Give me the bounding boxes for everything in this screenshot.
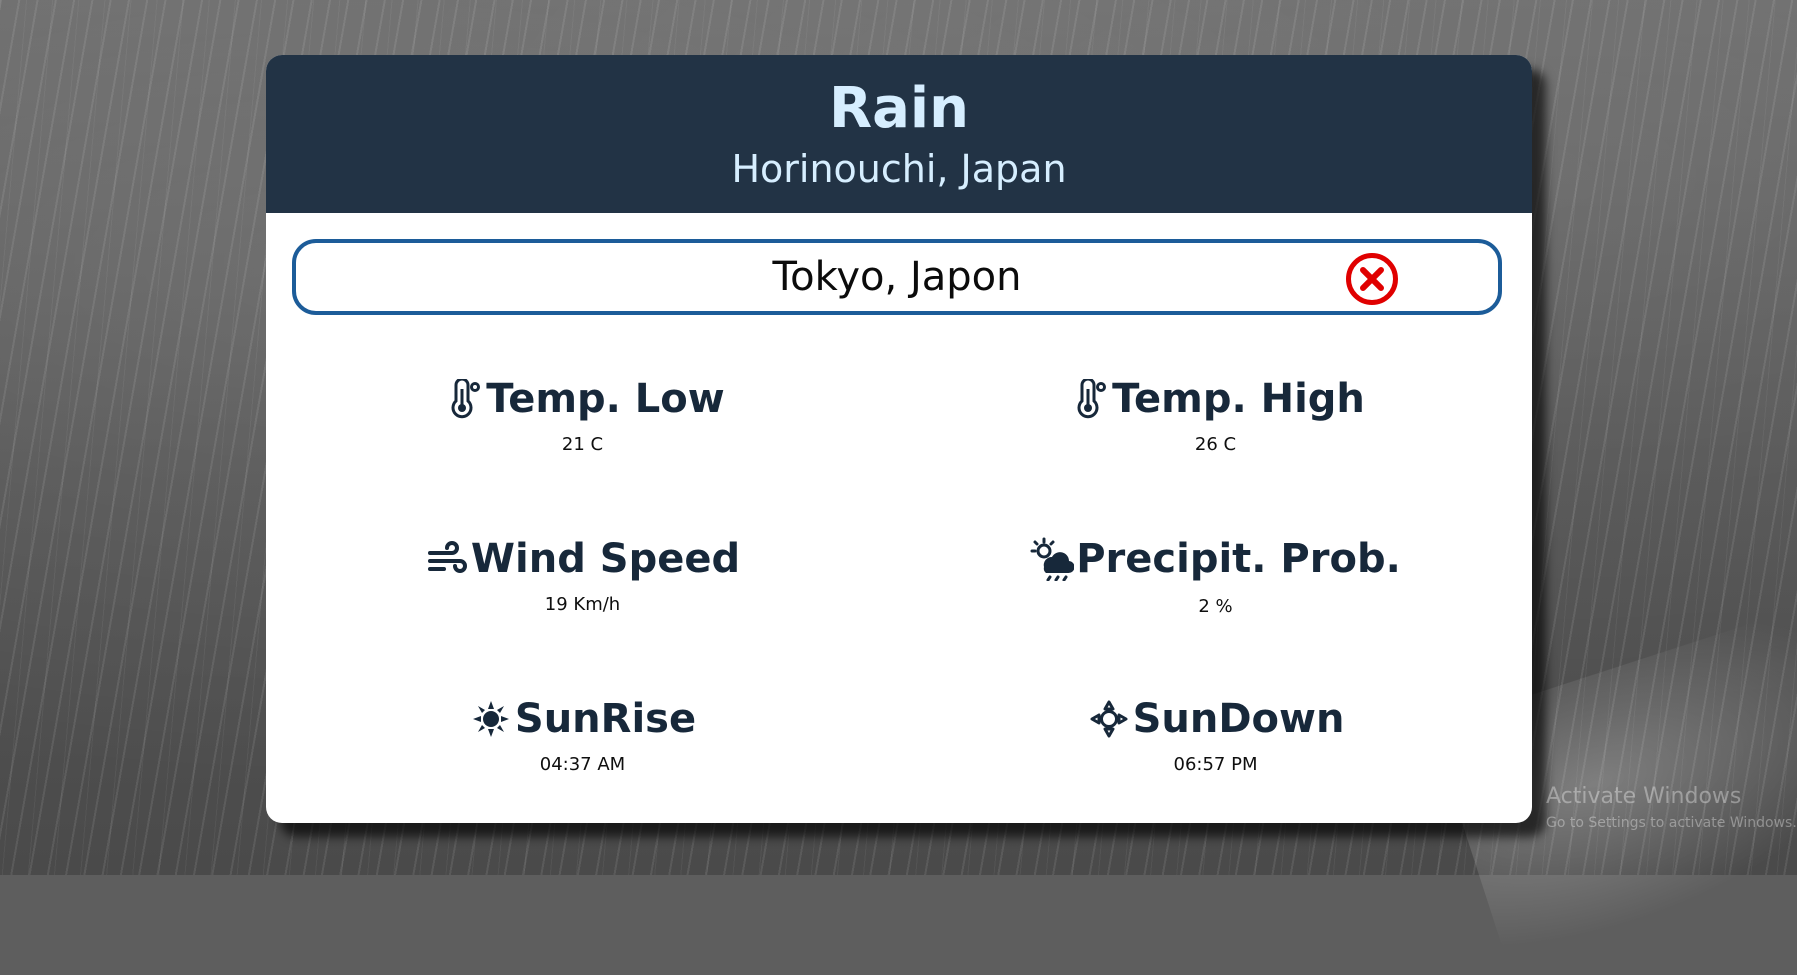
stat-sundown: SunDown 06:57 PM	[899, 697, 1532, 775]
weather-header: Rain Horinouchi, Japan	[266, 55, 1532, 213]
stat-precip-prob-label: Precipit. Prob.	[1030, 537, 1401, 581]
sun-outline-icon	[1087, 697, 1131, 741]
stat-temp-low-label: Temp. Low	[440, 376, 725, 422]
windows-activation-watermark: Activate Windows Go to Settings to activ…	[1546, 784, 1797, 831]
stat-wind-speed: Wind Speed 19 Km/h	[266, 537, 899, 615]
wind-icon	[425, 537, 469, 581]
stat-temp-high-label: Temp. High	[1066, 377, 1365, 421]
close-icon	[1360, 267, 1384, 291]
watermark-line-2: Go to Settings to activate Windows.	[1546, 815, 1797, 831]
stat-precip-prob-text: Precipit. Prob.	[1076, 536, 1401, 582]
stat-sundown-label: SunDown	[1087, 696, 1345, 742]
stat-sundown-text: SunDown	[1132, 696, 1345, 742]
location-subtitle: Horinouchi, Japan	[731, 147, 1067, 191]
stat-wind-speed-value: 19 Km/h	[544, 594, 621, 615]
weather-condition-title: Rain	[829, 76, 969, 141]
location-search-input[interactable]: Tokyo, Japon	[292, 239, 1502, 315]
stat-wind-speed-text: Wind Speed	[470, 536, 741, 582]
stat-precip-prob: Precipit. Prob. 2 %	[899, 537, 1532, 617]
weather-card: Rain Horinouchi, Japan Tokyo, Japon Temp…	[266, 55, 1532, 823]
sun-icon	[469, 697, 513, 741]
stat-temp-low-text: Temp. Low	[486, 376, 725, 422]
stat-sunrise: SunRise 04:37 AM	[266, 697, 899, 775]
thermometer-icon	[440, 377, 484, 421]
stat-temp-high-value: 26 C	[1194, 434, 1237, 455]
rain-sun-cloud-icon	[1030, 537, 1075, 581]
watermark-line-1: Activate Windows	[1546, 784, 1742, 809]
stat-sundown-value: 06:57 PM	[1173, 754, 1258, 775]
stat-sunrise-label: SunRise	[469, 697, 696, 741]
stat-sunrise-text: SunRise	[514, 696, 697, 742]
clear-search-button[interactable]	[1346, 253, 1398, 305]
thermometer-icon	[1066, 377, 1110, 421]
location-search-value: Tokyo, Japon	[772, 254, 1022, 300]
stat-sunrise-value: 04:37 AM	[539, 754, 626, 775]
stat-temp-low: Temp. Low 21 C	[266, 377, 899, 455]
stat-temp-low-value: 21 C	[561, 434, 604, 455]
stat-temp-high: Temp. High 26 C	[899, 377, 1532, 455]
stat-wind-speed-label: Wind Speed	[425, 537, 740, 581]
stat-precip-prob-value: 2 %	[1198, 596, 1233, 617]
stat-temp-high-text: Temp. High	[1112, 376, 1365, 422]
